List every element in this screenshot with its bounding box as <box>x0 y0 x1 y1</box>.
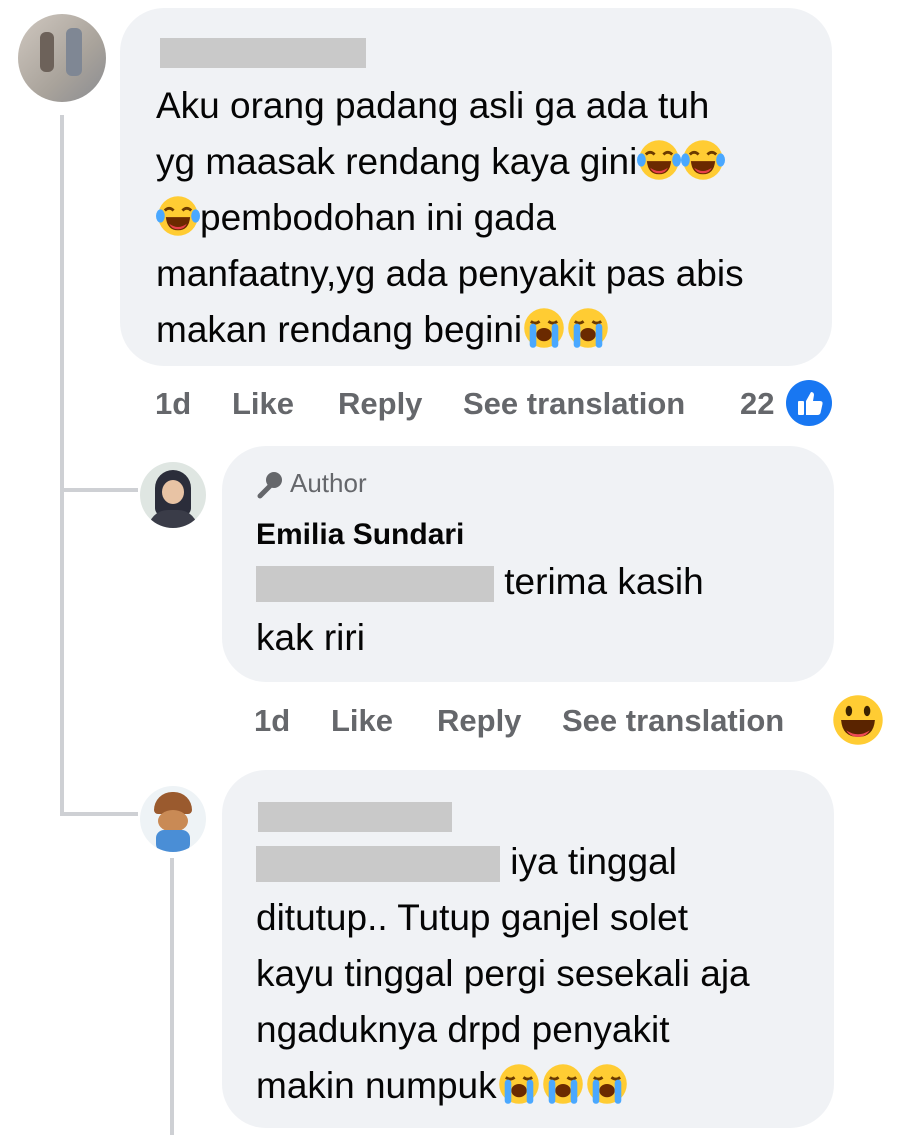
thread-connector-2 <box>60 812 138 816</box>
loud-cry-emoji <box>566 306 610 350</box>
haha-reaction-icon[interactable] <box>832 694 884 746</box>
author-avatar[interactable] <box>140 462 206 528</box>
author-reply-text: terima kasih kak riri <box>256 561 704 658</box>
mention-redacted <box>256 566 494 603</box>
comment-actions: 1d Like Reply See translation 22 <box>0 386 900 426</box>
comment-text: Aku orang padang asli ga ada tuh yg maas… <box>156 85 744 350</box>
reply-button[interactable]: Reply <box>437 703 521 739</box>
like-reaction-icon[interactable] <box>786 380 832 426</box>
reply-text: iya tinggal ditutup.. Tutup ganjel solet… <box>256 841 750 1106</box>
thread-line-reply2 <box>170 858 174 1135</box>
like-button[interactable]: Like <box>331 703 393 739</box>
loud-cry-emoji <box>522 306 566 350</box>
loud-cry-emoji <box>497 1062 541 1106</box>
reply-bubble: iya tinggal ditutup.. Tutup ganjel solet… <box>222 770 834 1128</box>
laugh-tears-emoji <box>156 194 200 238</box>
see-translation-link[interactable]: See translation <box>562 703 784 739</box>
author-name[interactable]: Emilia Sundari <box>256 518 464 552</box>
author-reply-bubble: Author Emilia Sundari terima kasih kak r… <box>222 446 834 682</box>
thread-connector-1 <box>60 488 138 492</box>
reply-button[interactable]: Reply <box>338 386 422 422</box>
author-reply-actions: 1d Like Reply See translation <box>0 703 900 743</box>
loud-cry-emoji <box>541 1062 585 1106</box>
author-badge: Author <box>254 468 367 500</box>
laugh-tears-emoji <box>637 138 681 182</box>
loud-cry-emoji <box>585 1062 629 1106</box>
commenter2-avatar[interactable] <box>140 786 206 852</box>
microphone-icon <box>257 472 282 499</box>
reply-time[interactable]: 1d <box>254 703 290 739</box>
commenter-name-redacted <box>160 38 366 68</box>
like-button[interactable]: Like <box>232 386 294 422</box>
reaction-count[interactable]: 22 <box>740 386 774 422</box>
comment-bubble: Aku orang padang asli ga ada tuh yg maas… <box>120 8 832 366</box>
mention-redacted <box>256 846 500 883</box>
laugh-tears-emoji <box>681 138 725 182</box>
comment-time[interactable]: 1d <box>155 386 191 422</box>
commenter-avatar[interactable] <box>18 14 106 102</box>
see-translation-link[interactable]: See translation <box>463 386 685 422</box>
commenter2-name-redacted <box>258 802 452 832</box>
